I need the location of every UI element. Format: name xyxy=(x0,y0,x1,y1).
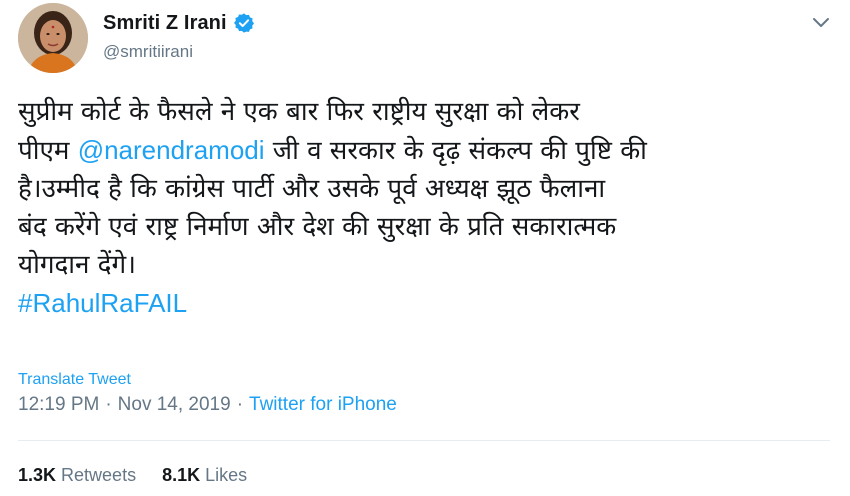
hashtag-link[interactable]: #RahulRaFAIL xyxy=(18,288,187,318)
translate-tweet-link[interactable]: Translate Tweet xyxy=(18,371,131,389)
meta-separator: · xyxy=(236,394,244,415)
tweet-text-line: पीएम @narendramodi जी व सरकार के दृढ़ सं… xyxy=(18,131,838,170)
verified-badge-icon xyxy=(233,12,255,34)
author-block: Smriti Z Irani @smritiirani xyxy=(103,10,255,62)
divider xyxy=(18,440,830,441)
likes-stat[interactable]: 8.1K Likes xyxy=(162,465,247,486)
tweet-meta: 12:19 PM · Nov 14, 2019 · Twitter for iPhone xyxy=(18,394,397,416)
retweets-label: Retweets xyxy=(61,465,137,485)
chevron-down-icon[interactable] xyxy=(810,12,832,34)
tweet-text-line: बंद करेंगे एवं राष्ट्र निर्माण और देश की… xyxy=(18,208,838,246)
tweet-text-segment: बंद करेंगे एवं राष्ट्र निर्माण और देश की… xyxy=(18,212,617,242)
tweet-time[interactable]: 12:19 PM xyxy=(18,394,99,415)
tweet-text: सुप्रीम कोर्ट के फैसले ने एक बार फिर राष… xyxy=(18,93,838,323)
likes-count: 8.1K xyxy=(162,465,201,485)
tweet-text-line: है।उम्मीद है कि कांग्रेस पार्टी और उसके … xyxy=(18,170,838,208)
tweet-source-link[interactable]: Twitter for iPhone xyxy=(249,394,397,415)
mention-link[interactable]: @narendramodi xyxy=(78,135,265,165)
tweet-date[interactable]: Nov 14, 2019 xyxy=(118,394,231,415)
author-handle[interactable]: @smritiirani xyxy=(103,42,255,62)
tweet-text-line: सुप्रीम कोर्ट के फैसले ने एक बार फिर राष… xyxy=(18,93,838,131)
tweet-stats: 1.3K Retweets 8.1K Likes xyxy=(18,465,273,486)
author-name-row: Smriti Z Irani xyxy=(103,10,255,36)
avatar[interactable] xyxy=(18,3,88,73)
display-name[interactable]: Smriti Z Irani xyxy=(103,12,227,35)
retweets-count: 1.3K xyxy=(18,465,57,485)
tweet-text-line: #RahulRaFAIL xyxy=(18,284,838,323)
tweet-text-segment: पीएम xyxy=(18,136,78,166)
likes-label: Likes xyxy=(205,465,248,485)
tweet-card: Smriti Z Irani @smritiirani सुप्रीम कोर्… xyxy=(0,0,850,496)
tweet-text-segment: योगदान देंगे। xyxy=(18,250,136,280)
meta-separator: · xyxy=(105,394,112,415)
tweet-text-segment: सुप्रीम कोर्ट के फैसले ने एक बार फिर राष… xyxy=(18,97,580,127)
tweet-text-segment: जी व सरकार के दृढ़ संकल्प की पुष्टि की xyxy=(264,136,647,166)
retweets-stat[interactable]: 1.3K Retweets xyxy=(18,465,136,486)
tweet-text-segment: है।उम्मीद है कि कांग्रेस पार्टी और उसके … xyxy=(18,174,606,204)
tweet-text-line: योगदान देंगे। xyxy=(18,246,838,284)
